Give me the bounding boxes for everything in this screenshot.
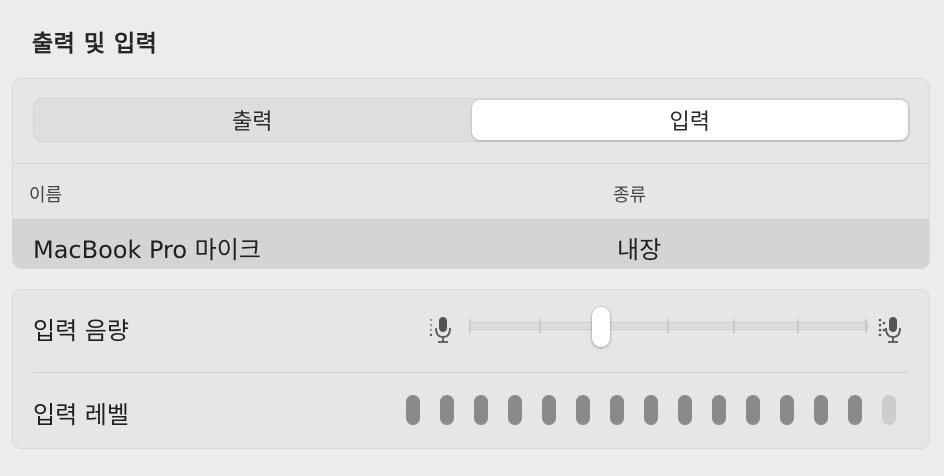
- slider-tick: [733, 319, 735, 333]
- input-volume-slider-thumb[interactable]: [592, 307, 610, 347]
- level-meter-segment: [406, 395, 420, 425]
- level-meter-segment: [814, 395, 828, 425]
- slider-tick: [469, 319, 471, 333]
- slider-tick: [539, 319, 541, 333]
- column-header-type[interactable]: 종류: [613, 181, 646, 207]
- section-title: 출력 및 입력: [32, 31, 158, 57]
- input-levels-panel: 입력 음량 입력 레벨: [12, 289, 930, 449]
- column-header-name[interactable]: 이름: [29, 181, 62, 207]
- mic-high-icon: [878, 317, 901, 343]
- tab-input[interactable]: 입력: [471, 100, 908, 140]
- level-meter-segment: [474, 395, 488, 425]
- level-meter-segment: [440, 395, 454, 425]
- divider: [33, 372, 909, 373]
- level-meter-segment: [780, 395, 794, 425]
- table-row[interactable]: MacBook Pro 마이크 내장: [13, 219, 929, 268]
- level-meter-segment: [882, 395, 896, 425]
- level-meter-segment: [610, 395, 624, 425]
- level-meter-segment: [848, 395, 862, 425]
- input-level-label: 입력 레벨: [33, 401, 129, 429]
- device-type: 내장: [617, 236, 662, 264]
- level-meter-segment: [678, 395, 692, 425]
- slider-tick: [797, 319, 799, 333]
- slider-tick: [865, 319, 867, 333]
- level-meter-segment: [644, 395, 658, 425]
- output-input-segmented-control: 출력 입력: [33, 98, 910, 142]
- input-volume-label: 입력 음량: [33, 317, 129, 345]
- level-meter-segment: [712, 395, 726, 425]
- table-header: 이름 종류: [13, 163, 929, 219]
- tab-output[interactable]: 출력: [34, 99, 471, 141]
- level-meter-segment: [576, 395, 590, 425]
- level-meter-segment: [746, 395, 760, 425]
- level-meter-segment: [542, 395, 556, 425]
- device-name: MacBook Pro 마이크: [33, 236, 261, 264]
- mic-low-icon: [429, 317, 451, 343]
- input-volume-slider-track[interactable]: [469, 322, 869, 330]
- level-meter-segment: [508, 395, 522, 425]
- device-panel: 출력 입력 이름 종류 MacBook Pro 마이크 내장: [12, 78, 930, 269]
- slider-tick: [667, 319, 669, 333]
